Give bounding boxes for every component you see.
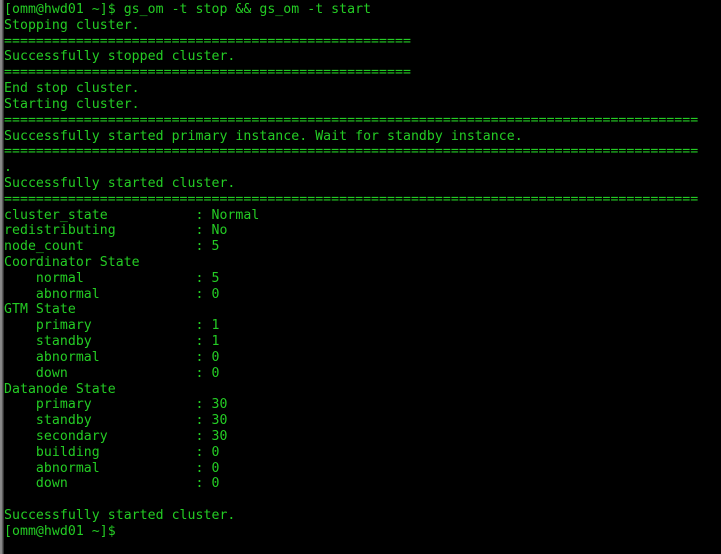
status-field-row: secondary : 30 [4,428,228,444]
status-field-row: redistributing : No [4,223,228,239]
output-primary-started: Successfully started primary instance. W… [4,128,523,144]
status-field-row: down : 0 [4,476,220,492]
separator-line: ========================================… [4,191,699,207]
datanode-state-secondary: secondary : 30 [4,429,721,445]
datanode-state-standby: standby : 30 [4,413,721,429]
output-end-stop: End stop cluster. [4,81,140,97]
status-field-row: node_count : 5 [4,239,220,255]
datanode-state-down: down : 0 [4,476,721,492]
gtm-state-primary: primary : 1 [4,318,721,334]
gtm-state-abnormal: abnormal : 0 [4,350,721,366]
coordinator-state-normal: normal : 5 [4,271,721,287]
status-field-node-count: node_count : 5 [4,239,721,255]
command-line: [omm@hwd01 ~]$ gs_om -t stop && gs_om -t… [4,2,372,17]
output-successfully-started: Successfully started cluster. [4,175,236,191]
status-field-row: standby : 30 [4,413,228,429]
terminal-screen[interactable]: [omm@hwd01 ~]$ gs_om -t stop && gs_om -t… [4,0,721,554]
output-starting-cluster: Starting cluster. [4,96,140,112]
status-field-row: cluster_state : Normal [4,207,260,223]
status-field-row: abnormal : 0 [4,349,220,365]
status-field-row: primary : 30 [4,397,228,413]
status-field-row: primary : 1 [4,318,220,334]
output-progress-dot: . [4,160,12,176]
status-field-row: abnormal : 0 [4,460,220,476]
coordinator-state-abnormal: abnormal : 0 [4,287,721,303]
status-field-row: down : 0 [4,365,220,381]
terminal-window[interactable]: [omm@hwd01 ~]$ gs_om -t stop && gs_om -t… [0,0,721,554]
status-field-redistributing: redistributing : No [4,223,721,239]
status-field-row: normal : 5 [4,270,220,286]
separator-line: ========================================… [4,65,411,81]
status-field-cluster-state: cluster_state : Normal [4,208,721,224]
status-field-row: standby : 1 [4,334,220,350]
separator-line: ========================================… [4,33,411,49]
gtm-state-standby: standby : 1 [4,334,721,350]
datanode-state-abnormal: abnormal : 0 [4,461,721,477]
coordinator-state-heading: Coordinator State [4,255,140,270]
gtm-state-down: down : 0 [4,366,721,382]
datanode-state-heading: Datanode State [4,381,116,397]
separator-line: ========================================… [4,144,699,160]
output-final-started: Successfully started cluster. [4,508,236,523]
output-successfully-stopped: Successfully stopped cluster. [4,49,236,65]
separator-line: ========================================… [4,112,699,128]
status-field-row: building : 0 [4,444,220,460]
output-stopping-cluster: Stopping cluster. [4,17,140,33]
final-prompt[interactable]: [omm@hwd01 ~]$ [4,524,721,540]
datanode-state-primary: primary : 30 [4,397,721,413]
gtm-state-heading: GTM State [4,302,76,318]
status-field-row: abnormal : 0 [4,286,220,302]
datanode-state-building: building : 0 [4,445,721,461]
